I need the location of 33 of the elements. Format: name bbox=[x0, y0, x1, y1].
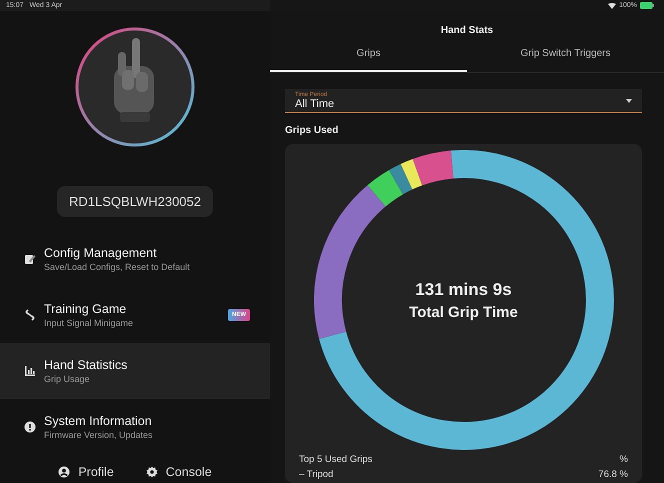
menu-item[interactable]: System Information Firmware Version, Updates bbox=[0, 399, 270, 455]
move-icon bbox=[24, 309, 36, 321]
page-title: Hand Stats bbox=[440, 25, 494, 36]
edit-icon bbox=[24, 253, 36, 265]
total-time-label: Total Grip Time bbox=[409, 304, 518, 320]
wifi-icon bbox=[608, 2, 616, 8]
menu-item-title: System Information bbox=[44, 414, 153, 428]
menu-item-subtitle: Save/Load Configs, Reset to Default bbox=[44, 262, 191, 272]
menu-item-title: Hand Statistics bbox=[44, 358, 128, 372]
grip-percent: 76.8 % bbox=[598, 469, 628, 480]
footer-button[interactable]: Profile bbox=[56, 463, 116, 481]
menu-item-title: Training Game bbox=[44, 302, 128, 316]
menu-item-subtitle: Input Signal Minigame bbox=[44, 318, 134, 328]
info-icon bbox=[24, 421, 36, 433]
menu-item-title: Config Management bbox=[44, 246, 158, 260]
tab[interactable]: Grips bbox=[270, 48, 467, 72]
battery-icon bbox=[640, 2, 654, 9]
total-time-value: 131 mins 9s bbox=[415, 280, 512, 300]
settings-icon bbox=[146, 466, 158, 478]
section-title: Grips Used bbox=[285, 125, 340, 136]
caret-icon bbox=[626, 99, 632, 103]
tab[interactable]: Grip Switch Triggers bbox=[467, 48, 664, 72]
menu-item-subtitle: Firmware Version, Updates bbox=[44, 430, 154, 440]
table-heading: % bbox=[620, 454, 628, 465]
bar-chart-icon bbox=[24, 365, 36, 377]
footer-button[interactable]: Console bbox=[144, 463, 214, 481]
user-icon bbox=[58, 466, 70, 478]
table-heading: Top 5 Used Grips bbox=[299, 454, 372, 465]
serial-number: RD1LSQBLWH230052 bbox=[57, 186, 213, 217]
menu-item[interactable]: Hand Statistics Grip Usage bbox=[0, 343, 270, 399]
menu-item-subtitle: Grip Usage bbox=[44, 374, 91, 384]
grip-name: – Tripod bbox=[299, 469, 334, 480]
menu-item[interactable]: Config Management Save/Load Configs, Reset to Default bbox=[0, 231, 270, 287]
